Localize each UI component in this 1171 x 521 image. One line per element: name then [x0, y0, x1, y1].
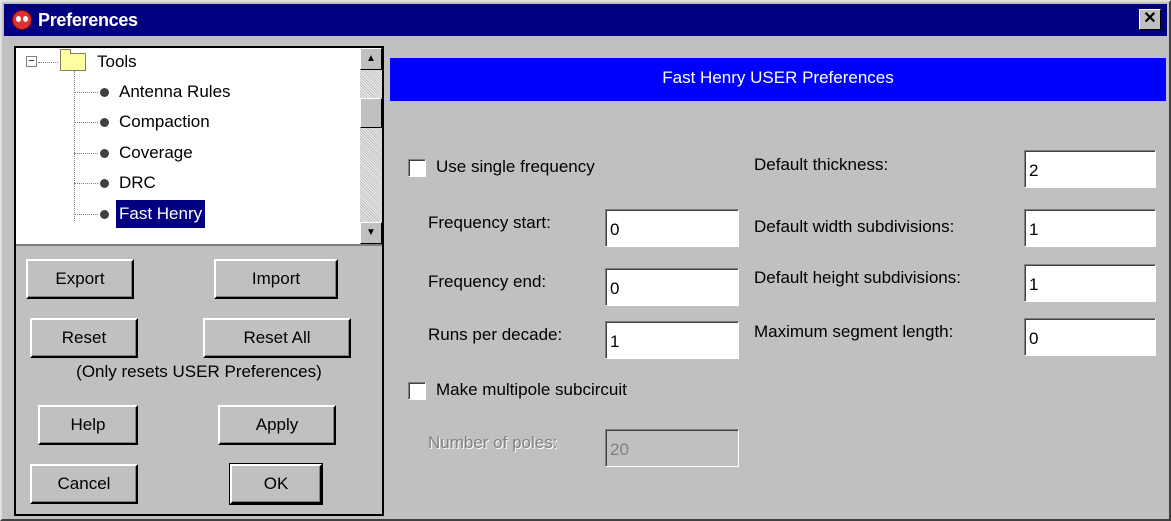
tree-line	[74, 183, 98, 184]
window-title: Preferences	[38, 10, 138, 30]
reset-button[interactable]: Reset	[30, 318, 138, 358]
bullet-icon	[100, 210, 109, 219]
default-width-subdivisions-input[interactable]: 1	[1024, 209, 1156, 247]
tree-item-label: Compaction	[119, 112, 210, 131]
tree-item-label: Antenna Rules	[119, 82, 231, 101]
tree-item-label: DRC	[119, 173, 156, 192]
tree-node-tools[interactable]: − Tools	[16, 48, 360, 76]
import-button[interactable]: Import	[214, 259, 338, 299]
preferences-tree[interactable]: − Tools Antenna Rules Compaction Coverag…	[16, 48, 360, 244]
number-of-poles-label: Number of poles:	[428, 433, 558, 452]
bullet-icon	[100, 118, 109, 127]
panel-header: Fast Henry USER Preferences	[390, 58, 1166, 101]
tree-item-drc[interactable]: DRC	[16, 169, 360, 197]
frequency-start-input[interactable]: 0	[605, 209, 739, 247]
arrow-down-icon: ▼	[366, 227, 376, 238]
tree-item-antenna-rules[interactable]: Antenna Rules	[16, 78, 360, 106]
tree-node-label: Tools	[97, 52, 137, 71]
scroll-down-button[interactable]: ▼	[360, 222, 382, 244]
preferences-panel: Fast Henry USER Preferences Use single f…	[390, 58, 1166, 518]
divider	[16, 244, 382, 246]
frequency-start-label: Frequency start:	[428, 213, 551, 232]
maximum-segment-length-label: Maximum segment length:	[754, 322, 954, 341]
use-single-frequency-checkbox[interactable]: Use single frequency	[408, 157, 708, 179]
runs-per-decade-label: Runs per decade:	[428, 325, 563, 344]
cancel-button[interactable]: Cancel	[30, 464, 138, 504]
close-button[interactable]: ✕	[1139, 9, 1161, 30]
tree-item-compaction[interactable]: Compaction	[16, 108, 360, 136]
tree-line	[74, 122, 98, 123]
tree-item-label: Fast Henry	[116, 200, 206, 228]
frequency-end-input[interactable]: 0	[605, 268, 739, 306]
tree-line	[74, 153, 98, 154]
maximum-segment-length-input[interactable]: 0	[1024, 318, 1156, 356]
preferences-window: Preferences ✕ − Tools Antenna Rules Comp…	[0, 0, 1171, 521]
bullet-icon	[100, 179, 109, 188]
tree-item-coverage[interactable]: Coverage	[16, 139, 360, 167]
default-thickness-input[interactable]: 2	[1024, 150, 1156, 188]
bullet-icon	[100, 88, 109, 97]
left-pane: − Tools Antenna Rules Compaction Coverag…	[14, 46, 384, 516]
number-of-poles-input: 20	[605, 429, 739, 467]
collapse-icon[interactable]: −	[26, 56, 37, 67]
make-multipole-checkbox[interactable]: Make multipole subcircuit	[408, 380, 748, 402]
tree-scrollbar[interactable]: ▲ ▼	[360, 48, 382, 244]
app-icon	[12, 10, 32, 30]
reset-all-button[interactable]: Reset All	[203, 318, 351, 358]
export-button[interactable]: Export	[26, 259, 134, 299]
scroll-thumb[interactable]	[360, 98, 382, 128]
default-width-subdivisions-label: Default width subdivisions:	[754, 217, 955, 236]
default-height-subdivisions-label: Default height subdivisions:	[754, 268, 961, 287]
tree-line	[74, 214, 98, 215]
tree-item-fast-henry[interactable]: Fast Henry	[16, 200, 360, 228]
runs-per-decade-input[interactable]: 1	[605, 321, 739, 359]
checkbox-box[interactable]	[408, 159, 426, 177]
checkbox-box[interactable]	[408, 382, 426, 400]
reset-note: (Only resets USER Preferences)	[76, 362, 322, 381]
ok-button[interactable]: OK	[229, 463, 323, 505]
frequency-end-label: Frequency end:	[428, 272, 547, 291]
folder-icon	[60, 49, 86, 71]
tree-line	[74, 92, 98, 93]
title-bar[interactable]: Preferences ✕	[4, 4, 1167, 36]
close-icon: ✕	[1143, 10, 1157, 27]
arrow-up-icon: ▲	[366, 53, 376, 64]
default-height-subdivisions-input[interactable]: 1	[1024, 264, 1156, 302]
tree-item-label: Coverage	[119, 143, 193, 162]
checkbox-label: Make multipole subcircuit	[436, 380, 627, 399]
tree-line	[38, 62, 58, 63]
scroll-up-button[interactable]: ▲	[360, 48, 382, 70]
help-button[interactable]: Help	[38, 405, 138, 445]
default-thickness-label: Default thickness:	[754, 155, 889, 174]
bullet-icon	[100, 149, 109, 158]
checkbox-label: Use single frequency	[436, 157, 595, 176]
apply-button[interactable]: Apply	[218, 405, 336, 445]
